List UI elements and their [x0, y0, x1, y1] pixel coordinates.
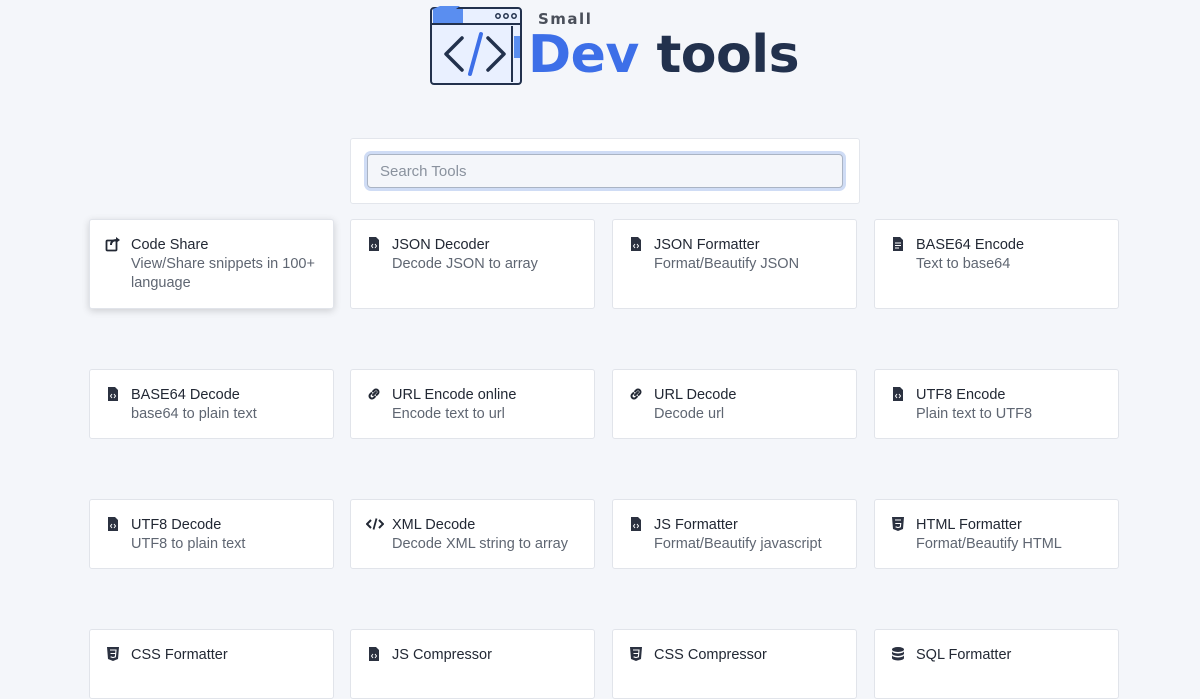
- brand-tools-word: tools: [656, 25, 800, 85]
- link-icon: [628, 386, 644, 402]
- html5-icon: [890, 516, 906, 532]
- search-input[interactable]: [367, 154, 843, 188]
- tool-title: UTF8 Decode: [131, 517, 222, 533]
- tool-title: URL Decode: [654, 387, 737, 403]
- tool-title: UTF8 Encode: [916, 387, 1006, 403]
- tool-card-base64-decode[interactable]: BASE64 Decode base64 to plain text: [89, 369, 334, 439]
- tool-title: BASE64 Encode: [916, 237, 1025, 253]
- tool-card-xml-decode[interactable]: XML Decode Decode XML string to array: [350, 499, 595, 569]
- site-header: Small Dev tools: [428, 4, 800, 88]
- tool-title: Code Share: [131, 237, 209, 253]
- file-text-icon: [890, 236, 906, 252]
- brand-dev-word: Dev: [528, 25, 639, 85]
- file-code-icon: [105, 516, 121, 532]
- tool-title: CSS Compressor: [654, 647, 767, 663]
- tool-description: Format/Beautify JSON: [654, 256, 800, 272]
- tool-card-sql-formatter[interactable]: SQL Formatter: [874, 629, 1119, 699]
- file-code-icon: [890, 386, 906, 402]
- file-code-icon: [105, 386, 121, 402]
- tool-title: SQL Formatter: [916, 647, 1012, 663]
- file-code-icon: [628, 236, 644, 252]
- tool-description: Encode text to url: [392, 406, 505, 422]
- link-icon: [366, 386, 382, 402]
- tool-description: Format/Beautify javascript: [654, 536, 822, 552]
- tool-description: Text to base64: [916, 256, 1011, 272]
- share-icon: [105, 236, 121, 252]
- tool-card-utf8-decode[interactable]: UTF8 Decode UTF8 to plain text: [89, 499, 334, 569]
- tool-description: Decode XML string to array: [392, 536, 568, 552]
- tool-card-css-formatter[interactable]: CSS Formatter: [89, 629, 334, 699]
- tool-description: UTF8 to plain text: [131, 536, 246, 552]
- tool-title: CSS Formatter: [131, 647, 228, 663]
- code-icon: [366, 516, 384, 532]
- tool-title: XML Decode: [392, 517, 476, 533]
- tool-card-json-formatter[interactable]: JSON Formatter Format/Beautify JSON: [612, 219, 857, 309]
- file-code-icon: [628, 516, 644, 532]
- tool-description: Decode url: [654, 406, 725, 422]
- brand-title: Dev tools: [528, 24, 800, 86]
- tool-card-url-decode[interactable]: URL Decode Decode url: [612, 369, 857, 439]
- tool-title: HTML Formatter: [916, 517, 1022, 533]
- file-code-icon: [366, 236, 382, 252]
- tool-card-js-compressor[interactable]: JS Compressor: [350, 629, 595, 699]
- tool-title: JS Formatter: [654, 517, 738, 533]
- tool-title: JS Compressor: [392, 647, 492, 663]
- code-window-logo-icon: [430, 6, 522, 85]
- tool-description: base64 to plain text: [131, 406, 257, 422]
- tool-card-code-share[interactable]: Code Share View/Share snippets in 100+ la…: [89, 219, 334, 309]
- tool-description: Plain text to UTF8: [916, 406, 1033, 422]
- tool-card-url-encode-online[interactable]: URL Encode online Encode text to url: [350, 369, 595, 439]
- tool-card-js-formatter[interactable]: JS Formatter Format/Beautify javascript: [612, 499, 857, 569]
- tool-card-utf8-encode[interactable]: UTF8 Encode Plain text to UTF8: [874, 369, 1119, 439]
- search-panel: [350, 138, 860, 204]
- tool-title: URL Encode online: [392, 387, 517, 403]
- tool-card-html-formatter[interactable]: HTML Formatter Format/Beautify HTML: [874, 499, 1119, 569]
- tool-card-css-compressor[interactable]: CSS Compressor: [612, 629, 857, 699]
- tool-description: View/Share snippets in 100+ language: [131, 256, 315, 291]
- tool-description: Format/Beautify HTML: [916, 536, 1062, 552]
- tool-title: BASE64 Decode: [131, 387, 240, 403]
- tool-title: JSON Decoder: [392, 237, 490, 253]
- tool-description: Decode JSON to array: [392, 256, 538, 272]
- tool-card-base64-encode[interactable]: BASE64 Encode Text to base64: [874, 219, 1119, 309]
- tool-title: JSON Formatter: [654, 237, 760, 253]
- tool-card-json-decoder[interactable]: JSON Decoder Decode JSON to array: [350, 219, 595, 309]
